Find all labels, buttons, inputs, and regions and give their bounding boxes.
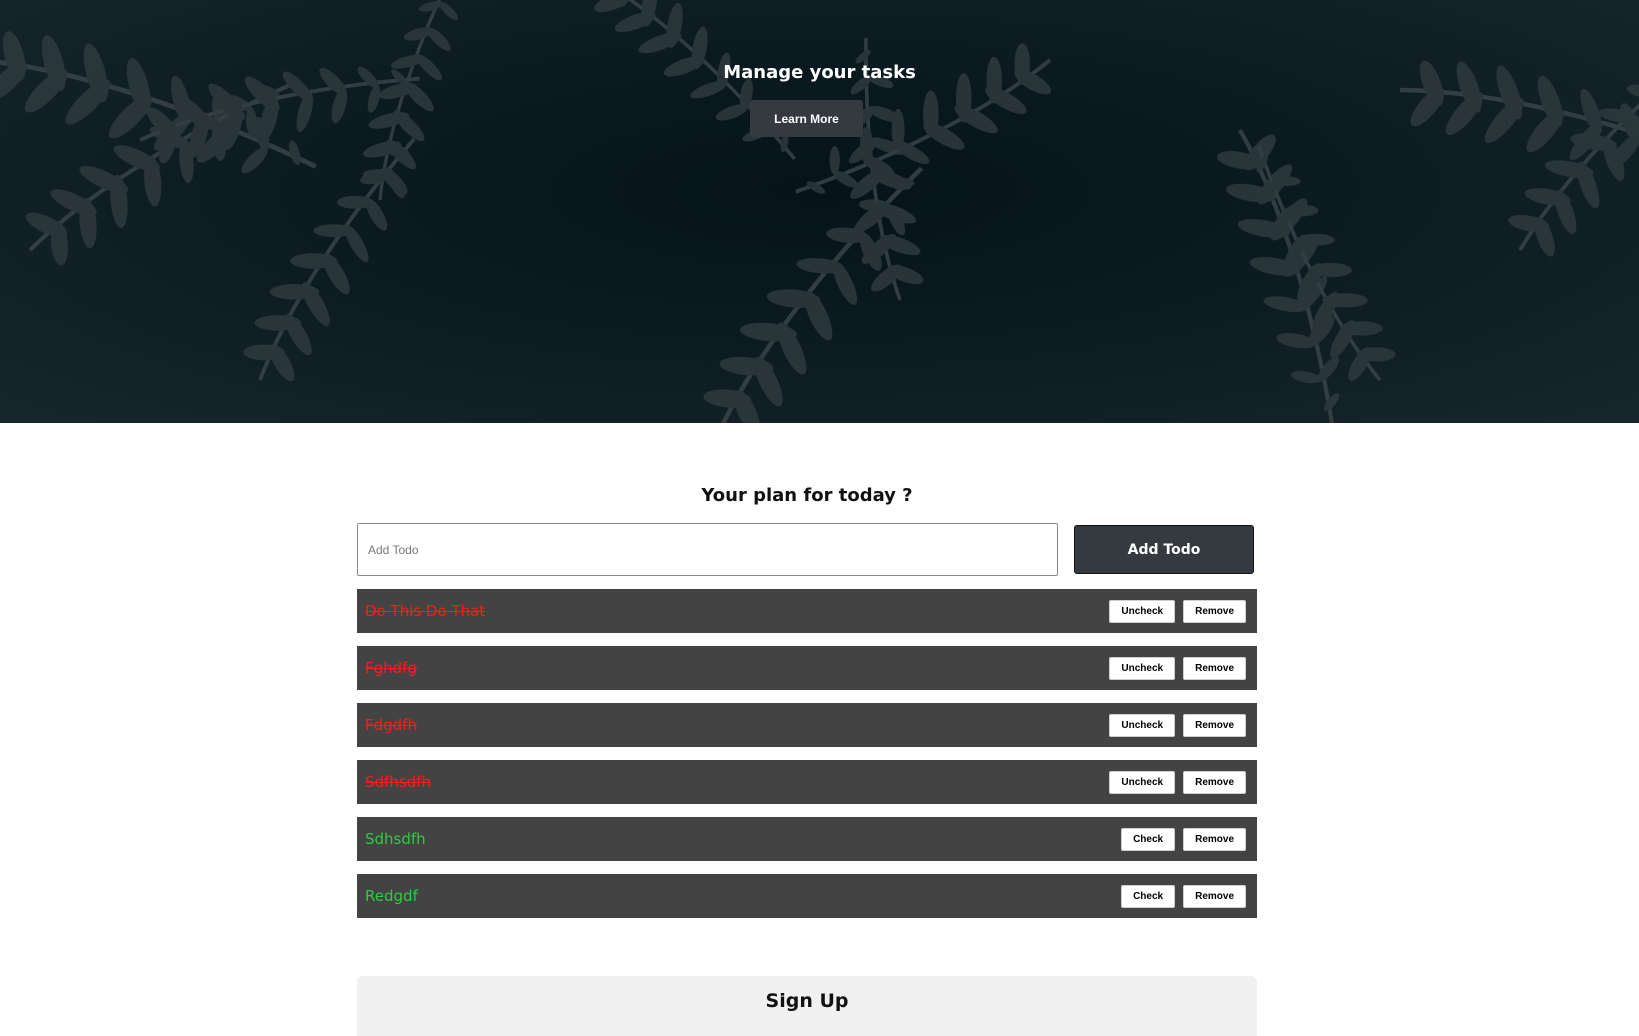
check-button[interactable]: Check (1121, 827, 1176, 851)
todo-item-text: Sdhsdfh (365, 830, 426, 848)
todo-item-text: Redgdf (365, 887, 418, 905)
todo-item-actions: Check Remove (1121, 827, 1246, 851)
uncheck-button[interactable]: Uncheck (1109, 656, 1176, 680)
todo-item-actions: Uncheck Remove (1109, 713, 1246, 737)
todo-item-actions: Uncheck Remove (1109, 770, 1246, 794)
todo-item-text: Fghdfg (365, 659, 417, 677)
todo-item: Fdgdfh Uncheck Remove (357, 703, 1257, 747)
todo-item-actions: Check Remove (1121, 884, 1246, 908)
todo-item: Sdhsdfh Check Remove (357, 817, 1257, 861)
learn-more-button[interactable]: Learn More (750, 100, 863, 137)
todo-item-text: Fdgdfh (365, 716, 417, 734)
todo-list: Do This Do That Uncheck Remove Fghdfg Un… (357, 589, 1257, 931)
todo-item: Do This Do That Uncheck Remove (357, 589, 1257, 633)
uncheck-button[interactable]: Uncheck (1109, 713, 1176, 737)
remove-button[interactable]: Remove (1183, 884, 1246, 908)
signup-panel: Sign Up (357, 976, 1257, 1036)
add-todo-button[interactable]: Add Todo (1074, 525, 1254, 574)
remove-button[interactable]: Remove (1183, 713, 1246, 737)
add-todo-input[interactable] (357, 523, 1058, 576)
remove-button[interactable]: Remove (1183, 827, 1246, 851)
todo-item-text: Sdfhsdfh (365, 773, 431, 791)
todo-item: Fghdfg Uncheck Remove (357, 646, 1257, 690)
hero-banner: Manage your tasks Learn More (0, 0, 1639, 423)
uncheck-button[interactable]: Uncheck (1109, 599, 1176, 623)
hero-title: Manage your tasks (723, 62, 916, 83)
signup-title: Sign Up (765, 990, 849, 1012)
todo-item-actions: Uncheck Remove (1109, 656, 1246, 680)
todo-item: Redgdf Check Remove (357, 874, 1257, 918)
check-button[interactable]: Check (1121, 884, 1176, 908)
remove-button[interactable]: Remove (1183, 770, 1246, 794)
todo-item-actions: Uncheck Remove (1109, 599, 1246, 623)
todo-item: Sdfhsdfh Uncheck Remove (357, 760, 1257, 804)
todo-item-text: Do This Do That (365, 602, 486, 620)
remove-button[interactable]: Remove (1183, 656, 1246, 680)
remove-button[interactable]: Remove (1183, 599, 1246, 623)
uncheck-button[interactable]: Uncheck (1109, 770, 1176, 794)
todo-section-title: Your plan for today ? (701, 485, 913, 506)
